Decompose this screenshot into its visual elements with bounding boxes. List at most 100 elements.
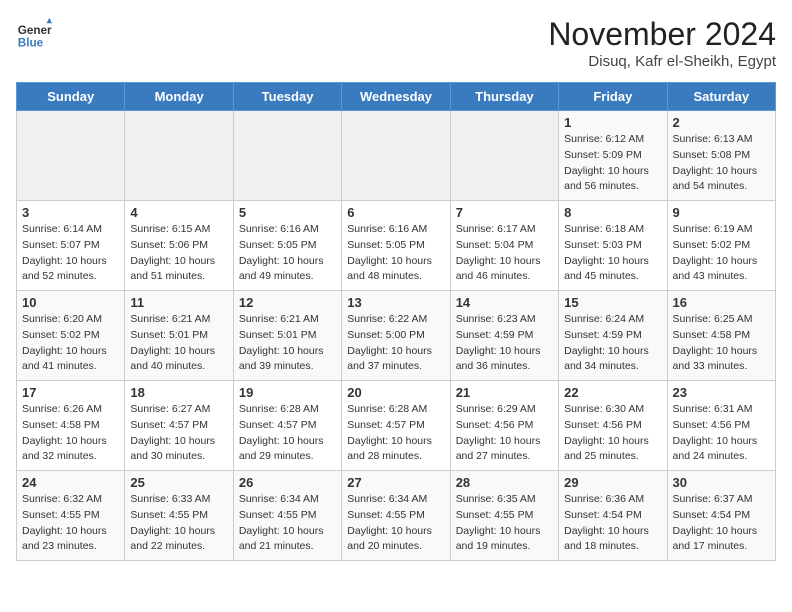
weekday-header-thursday: Thursday <box>450 83 558 111</box>
calendar-cell <box>17 111 125 201</box>
calendar-cell <box>450 111 558 201</box>
day-info: Sunrise: 6:20 AM Sunset: 5:02 PM Dayligh… <box>22 312 119 375</box>
day-number: 1 <box>564 115 661 130</box>
day-info: Sunrise: 6:15 AM Sunset: 5:06 PM Dayligh… <box>130 222 227 285</box>
day-info: Sunrise: 6:18 AM Sunset: 5:03 PM Dayligh… <box>564 222 661 285</box>
calendar-title: November 2024 <box>548 16 776 53</box>
calendar-subtitle: Disuq, Kafr el-Sheikh, Egypt <box>548 53 776 70</box>
calendar-cell: 19Sunrise: 6:28 AM Sunset: 4:57 PM Dayli… <box>233 381 341 471</box>
day-number: 13 <box>347 295 444 310</box>
day-number: 16 <box>673 295 770 310</box>
calendar-cell: 30 Sunrise: 6:37 AM Sunset: 4:54 PM Dayli… <box>667 471 775 561</box>
calendar-cell: 22Sunrise: 6:30 AM Sunset: 4:56 PM Dayli… <box>559 381 667 471</box>
day-info: Sunrise: 6:30 AM Sunset: 4:56 PM Dayligh… <box>564 402 661 465</box>
day-info: Sunrise: 6:19 AM Sunset: 5:02 PM Dayligh… <box>673 222 770 285</box>
day-number: 12 <box>239 295 336 310</box>
weekday-header-saturday: Saturday <box>667 83 775 111</box>
calendar-cell: 26 Sunrise: 6:34 AM Sunset: 4:55 PM Dayli… <box>233 471 341 561</box>
logo-icon: General Blue <box>16 16 52 52</box>
day-info: Sunrise: 6:12 AM Sunset: 5:09 PM Dayligh… <box>564 132 661 195</box>
calendar-cell: 7 Sunrise: 6:17 AM Sunset: 5:04 PM Daylig… <box>450 201 558 291</box>
day-info: Sunrise: 6:21 AM Sunset: 5:01 PM Dayligh… <box>130 312 227 375</box>
weekday-header-sunday: Sunday <box>17 83 125 111</box>
weekday-header-friday: Friday <box>559 83 667 111</box>
calendar-cell <box>342 111 450 201</box>
day-info: Sunrise: 6:34 AM Sunset: 4:55 PM Dayligh… <box>239 492 336 555</box>
calendar-cell: 8Sunrise: 6:18 AM Sunset: 5:03 PM Daylig… <box>559 201 667 291</box>
calendar-cell: 28 Sunrise: 6:35 AM Sunset: 4:55 PM Dayli… <box>450 471 558 561</box>
calendar-cell <box>125 111 233 201</box>
calendar-cell: 3 Sunrise: 6:14 AM Sunset: 5:07 PM Daylig… <box>17 201 125 291</box>
day-number: 6 <box>347 205 444 220</box>
calendar-cell <box>233 111 341 201</box>
day-info: Sunrise: 6:32 AM Sunset: 4:55 PM Dayligh… <box>22 492 119 555</box>
calendar-cell: 25 Sunrise: 6:33 AM Sunset: 4:55 PM Dayli… <box>125 471 233 561</box>
calendar-cell: 12 Sunrise: 6:21 AM Sunset: 5:01 PM Dayli… <box>233 291 341 381</box>
calendar-cell: 2Sunrise: 6:13 AM Sunset: 5:08 PM Daylig… <box>667 111 775 201</box>
day-info: Sunrise: 6:26 AM Sunset: 4:58 PM Dayligh… <box>22 402 119 465</box>
week-row-2: 3 Sunrise: 6:14 AM Sunset: 5:07 PM Daylig… <box>17 201 776 291</box>
calendar-cell: 11Sunrise: 6:21 AM Sunset: 5:01 PM Dayli… <box>125 291 233 381</box>
day-info: Sunrise: 6:31 AM Sunset: 4:56 PM Dayligh… <box>673 402 770 465</box>
day-info: Sunrise: 6:25 AM Sunset: 4:58 PM Dayligh… <box>673 312 770 375</box>
calendar-cell: 14 Sunrise: 6:23 AM Sunset: 4:59 PM Dayli… <box>450 291 558 381</box>
day-info: Sunrise: 6:29 AM Sunset: 4:56 PM Dayligh… <box>456 402 553 465</box>
calendar-cell: 17 Sunrise: 6:26 AM Sunset: 4:58 PM Dayli… <box>17 381 125 471</box>
weekday-header-tuesday: Tuesday <box>233 83 341 111</box>
day-info: Sunrise: 6:34 AM Sunset: 4:55 PM Dayligh… <box>347 492 444 555</box>
calendar-table: SundayMondayTuesdayWednesdayThursdayFrid… <box>16 82 776 561</box>
day-info: Sunrise: 6:28 AM Sunset: 4:57 PM Dayligh… <box>347 402 444 465</box>
calendar-cell: 27 Sunrise: 6:34 AM Sunset: 4:55 PM Dayli… <box>342 471 450 561</box>
weekday-header-row: SundayMondayTuesdayWednesdayThursdayFrid… <box>17 83 776 111</box>
day-info: Sunrise: 6:21 AM Sunset: 5:01 PM Dayligh… <box>239 312 336 375</box>
day-number: 5 <box>239 205 336 220</box>
calendar-cell: 10 Sunrise: 6:20 AM Sunset: 5:02 PM Dayli… <box>17 291 125 381</box>
day-info: Sunrise: 6:16 AM Sunset: 5:05 PM Dayligh… <box>239 222 336 285</box>
day-info: Sunrise: 6:36 AM Sunset: 4:54 PM Dayligh… <box>564 492 661 555</box>
day-number: 26 <box>239 475 336 490</box>
day-info: Sunrise: 6:17 AM Sunset: 5:04 PM Dayligh… <box>456 222 553 285</box>
calendar-cell: 4Sunrise: 6:15 AM Sunset: 5:06 PM Daylig… <box>125 201 233 291</box>
week-row-1: 1 Sunrise: 6:12 AM Sunset: 5:09 PM Daylig… <box>17 111 776 201</box>
day-number: 30 <box>673 475 770 490</box>
calendar-cell: 6Sunrise: 6:16 AM Sunset: 5:05 PM Daylig… <box>342 201 450 291</box>
logo: General Blue <box>16 16 52 52</box>
day-info: Sunrise: 6:13 AM Sunset: 5:08 PM Dayligh… <box>673 132 770 195</box>
day-info: Sunrise: 6:22 AM Sunset: 5:00 PM Dayligh… <box>347 312 444 375</box>
day-info: Sunrise: 6:14 AM Sunset: 5:07 PM Dayligh… <box>22 222 119 285</box>
day-number: 14 <box>456 295 553 310</box>
day-info: Sunrise: 6:24 AM Sunset: 4:59 PM Dayligh… <box>564 312 661 375</box>
day-number: 27 <box>347 475 444 490</box>
week-row-3: 10 Sunrise: 6:20 AM Sunset: 5:02 PM Dayli… <box>17 291 776 381</box>
svg-text:General: General <box>18 24 52 37</box>
day-number: 18 <box>130 385 227 400</box>
calendar-cell: 24 Sunrise: 6:32 AM Sunset: 4:55 PM Dayli… <box>17 471 125 561</box>
calendar-cell: 23Sunrise: 6:31 AM Sunset: 4:56 PM Dayli… <box>667 381 775 471</box>
day-number: 10 <box>22 295 119 310</box>
calendar-cell: 13 Sunrise: 6:22 AM Sunset: 5:00 PM Dayli… <box>342 291 450 381</box>
day-info: Sunrise: 6:33 AM Sunset: 4:55 PM Dayligh… <box>130 492 227 555</box>
day-number: 20 <box>347 385 444 400</box>
day-number: 29 <box>564 475 661 490</box>
weekday-header-monday: Monday <box>125 83 233 111</box>
svg-text:Blue: Blue <box>18 37 44 50</box>
calendar-cell: 9 Sunrise: 6:19 AM Sunset: 5:02 PM Daylig… <box>667 201 775 291</box>
title-area: November 2024 Disuq, Kafr el-Sheikh, Egy… <box>548 16 776 70</box>
calendar-cell: 1 Sunrise: 6:12 AM Sunset: 5:09 PM Daylig… <box>559 111 667 201</box>
day-number: 25 <box>130 475 227 490</box>
day-info: Sunrise: 6:37 AM Sunset: 4:54 PM Dayligh… <box>673 492 770 555</box>
page-header: General Blue November 2024 Disuq, Kafr e… <box>16 16 776 70</box>
day-number: 28 <box>456 475 553 490</box>
day-info: Sunrise: 6:23 AM Sunset: 4:59 PM Dayligh… <box>456 312 553 375</box>
day-number: 21 <box>456 385 553 400</box>
week-row-5: 24 Sunrise: 6:32 AM Sunset: 4:55 PM Dayli… <box>17 471 776 561</box>
day-info: Sunrise: 6:27 AM Sunset: 4:57 PM Dayligh… <box>130 402 227 465</box>
day-number: 24 <box>22 475 119 490</box>
day-number: 3 <box>22 205 119 220</box>
calendar-cell: 5 Sunrise: 6:16 AM Sunset: 5:05 PM Daylig… <box>233 201 341 291</box>
day-number: 17 <box>22 385 119 400</box>
day-number: 7 <box>456 205 553 220</box>
day-number: 9 <box>673 205 770 220</box>
day-info: Sunrise: 6:35 AM Sunset: 4:55 PM Dayligh… <box>456 492 553 555</box>
calendar-cell: 15Sunrise: 6:24 AM Sunset: 4:59 PM Dayli… <box>559 291 667 381</box>
